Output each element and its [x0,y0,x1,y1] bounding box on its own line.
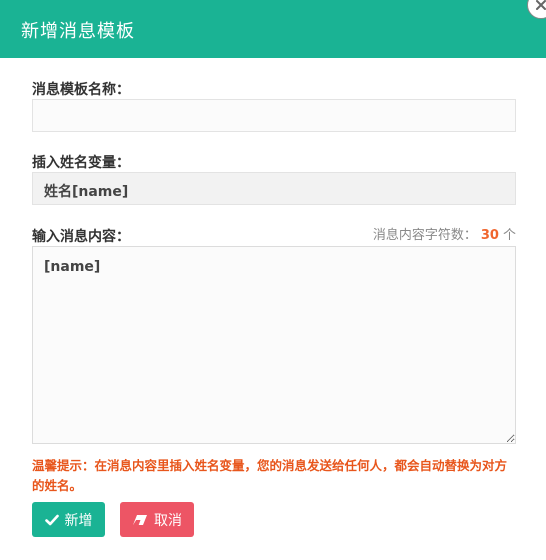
warm-hint: 温馨提示：在消息内容里插入姓名变量，您的消息发送给任何人，都会自动替换为对方的姓… [32,458,508,493]
char-counter-value: 30 [480,228,499,243]
name-variable-option[interactable]: 姓名[name] [32,172,516,205]
char-counter-label: 消息内容字符数： [372,228,477,243]
check-icon [44,514,59,525]
content-label: 输入消息内容： [32,229,130,245]
cancel-button[interactable]: 取消 [120,502,194,537]
add-button-label: 新增 [64,512,93,529]
message-content-textarea[interactable]: [name] [32,246,516,444]
dialog: 新增消息模板 消息模板名称： 插入姓名变量： 姓名[name] 输入消息内容： … [0,0,546,560]
template-name-input[interactable] [32,99,516,132]
add-button[interactable]: 新增 [32,502,105,537]
name-variable-label: 插入姓名变量： [32,155,130,171]
cancel-button-label: 取消 [154,512,182,529]
template-name-label: 消息模板名称： [32,82,130,98]
char-counter-unit: 个 [502,228,516,243]
eraser-icon [133,514,147,525]
close-icon [536,0,546,10]
char-counter: 消息内容字符数： 30 个 [373,224,516,243]
dialog-title: 新增消息模板 [21,21,135,42]
dialog-header: 新增消息模板 [0,0,546,58]
